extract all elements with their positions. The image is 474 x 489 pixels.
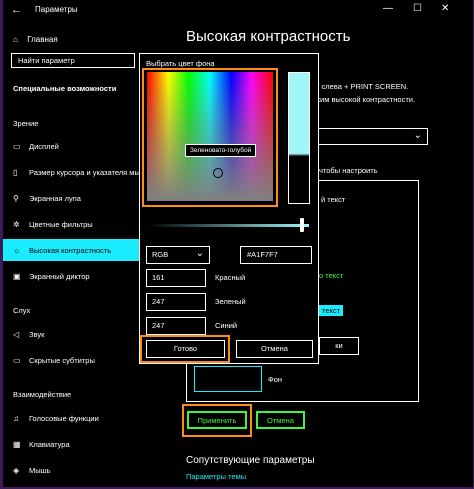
green-input[interactable]: 247 (146, 293, 206, 311)
narrator-icon: ▣ (13, 272, 21, 281)
sidebar-item-label: Голосовые функции (29, 414, 99, 423)
sidebar-item-label: Экранный диктор (29, 272, 90, 281)
theme-dropdown[interactable]: ⌄ (316, 128, 428, 145)
sidebar-item-label: Звук (29, 330, 45, 339)
blue-label: Синий (215, 321, 238, 330)
cancel-button[interactable]: Отмена (256, 411, 305, 429)
sidebar-item-cursor[interactable]: ▯ Размер курсора и указателя мыши (3, 161, 150, 183)
sidebar-item-display[interactable]: ▭ Дисплей (3, 135, 139, 157)
group-interaction: Взаимодействие (13, 390, 72, 399)
sidebar-item-label: Экранная лупа (29, 194, 81, 203)
sidebar-item-label: Клавиатура (29, 440, 70, 449)
settings-window: ← Параметры — ☐ ✕ ⌂ Главная Найти параме… (3, 0, 473, 487)
color-picker-dialog: Выбрать цвет фона Зеленовато-голубой RGB… (139, 53, 319, 364)
color-preview (288, 72, 310, 204)
color-mode-select[interactable]: RGB ⌄ (146, 246, 210, 264)
section-title: Специальные возможности (13, 84, 117, 93)
red-input[interactable]: 161 (146, 269, 206, 287)
sidebar: ⌂ Главная Найти параметр Специальные воз… (3, 22, 150, 487)
sidebar-item-keyboard[interactable]: ▦ Клавиатура (3, 433, 139, 455)
sidebar-item-label: Мышь (29, 466, 51, 475)
selected-text-preview: текст (319, 305, 344, 316)
sidebar-item-label: Дисплей (29, 142, 59, 151)
page-title: Высокая контрастность (186, 28, 351, 45)
back-arrow-icon[interactable]: ← (11, 4, 22, 16)
group-vision: Зрение (13, 119, 39, 128)
nav-home[interactable]: ⌂ Главная (13, 35, 58, 44)
hyperlink-preview: о текст (319, 271, 344, 280)
sidebar-item-captions[interactable]: ▭ Скрытые субтитры (3, 349, 139, 371)
maximize-button[interactable]: ☐ (413, 3, 422, 14)
text-preview: й текст (321, 195, 346, 204)
background-label: Фон (268, 375, 283, 384)
mouse-icon: ◈ (13, 466, 20, 475)
display-icon: ▭ (13, 142, 21, 151)
sidebar-item-label: Высокая контрастность (29, 246, 112, 255)
sidebar-item-magnifier[interactable]: ⚲ Экранная лупа (3, 187, 139, 209)
related-settings-title: Сопутствующие параметры (186, 455, 315, 466)
color-filter-icon: ✲ (13, 220, 20, 229)
search-input[interactable]: Найти параметр (11, 53, 135, 68)
brightness-slider[interactable] (147, 224, 309, 227)
speaker-icon: ◁ (13, 330, 20, 339)
brightness-slider-thumb[interactable] (300, 218, 305, 232)
chevron-down-icon: ⌄ (413, 130, 422, 141)
contrast-icon: ☼ (13, 246, 21, 255)
group-hearing: Слух (13, 306, 31, 315)
close-button[interactable]: ✕ (441, 3, 449, 14)
blue-input[interactable]: 247 (146, 317, 206, 335)
captions-icon: ▭ (13, 356, 21, 365)
minimize-button[interactable]: — (383, 3, 393, 14)
button-text-preview[interactable]: ки (319, 337, 359, 355)
dialog-cancel-button[interactable]: Отмена (236, 340, 313, 358)
chevron-down-icon: ⌄ (195, 248, 204, 259)
mode-text: жим высокой контрастности. (315, 95, 416, 104)
hex-input[interactable]: #A1F7F7 (240, 246, 312, 264)
nav-home-label: Главная (27, 35, 58, 44)
shortcut-text: T слева + PRINT SCREEN. (315, 82, 409, 91)
sidebar-item-label: Размер курсора и указателя мыши (29, 168, 151, 177)
microphone-icon: ♫ (13, 414, 19, 423)
sidebar-item-sound[interactable]: ◁ Звук (3, 323, 139, 345)
background-swatch[interactable] (194, 366, 262, 392)
keyboard-icon: ▦ (13, 440, 21, 449)
apply-button[interactable]: Применить (187, 411, 247, 429)
dialog-title: Выбрать цвет фона (146, 59, 215, 68)
spectrum-highlight (142, 68, 278, 207)
magnifier-icon: ⚲ (13, 194, 19, 203)
sidebar-item-label: Цветные фильтры (29, 220, 93, 229)
red-label: Красный (215, 273, 246, 282)
sidebar-item-narrator[interactable]: ▣ Экранный диктор (3, 265, 139, 287)
sidebar-item-label: Скрытые субтитры (29, 356, 95, 365)
sidebar-item-mouse[interactable]: ◈ Мышь (3, 459, 139, 481)
green-label: Зеленый (215, 297, 246, 306)
sidebar-item-high-contrast[interactable]: ☼ Высокая контрастность (3, 239, 139, 261)
sidebar-item-color-filters[interactable]: ✲ Цветные фильтры (3, 213, 139, 235)
cursor-icon: ▯ (13, 168, 18, 177)
color-mode-value: RGB (152, 250, 169, 259)
customize-text: чтобы настроить (319, 166, 378, 175)
theme-settings-link[interactable]: Параметры темы (186, 472, 246, 481)
home-icon: ⌂ (13, 35, 18, 44)
window-title: Параметры (35, 5, 78, 14)
title-bar: ← Параметры — ☐ ✕ (3, 0, 473, 22)
done-button[interactable]: Готово (146, 340, 225, 358)
sidebar-item-speech[interactable]: ♫ Голосовые функции (3, 407, 139, 429)
